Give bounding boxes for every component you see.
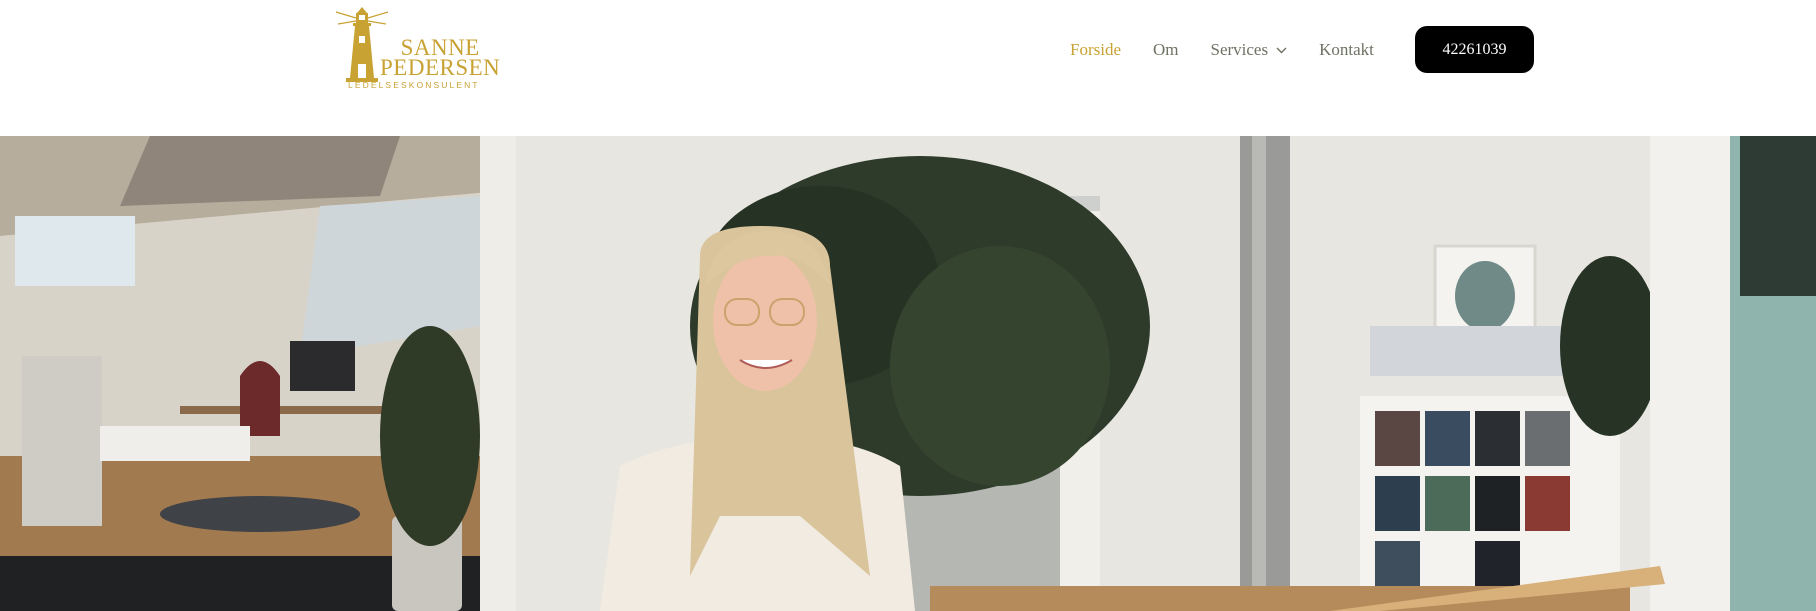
brand-tagline: LEDELSESKONSULENT [348,80,480,90]
nav-item-forside[interactable]: Forside [1070,39,1121,61]
nav-item-om[interactable]: Om [1153,39,1179,61]
hero-section [0,136,1816,611]
nav-item-label: Services [1210,40,1269,59]
site-header: SANNE PEDERSEN LEDELSESKONSULENT Forside… [0,0,1816,136]
nav-item-label: Kontakt [1319,40,1374,59]
nav-item-label: Om [1153,40,1179,59]
phone-button-label: 42261039 [1442,40,1507,58]
brand-name-line2: PEDERSEN [380,55,501,80]
phone-button[interactable]: 42261039 [1415,26,1534,73]
chevron-down-icon [1276,47,1287,53]
hero-photo [0,136,1816,611]
nav-item-services[interactable]: Services [1211,39,1288,61]
brand-name: SANNE PEDERSEN [380,36,501,80]
site-logo[interactable]: SANNE PEDERSEN LEDELSESKONSULENT [334,6,500,92]
main-nav: Forside Om Services Kontakt [1070,39,1406,61]
nav-item-label: Forside [1070,40,1121,59]
nav-item-kontakt[interactable]: Kontakt [1319,39,1374,61]
